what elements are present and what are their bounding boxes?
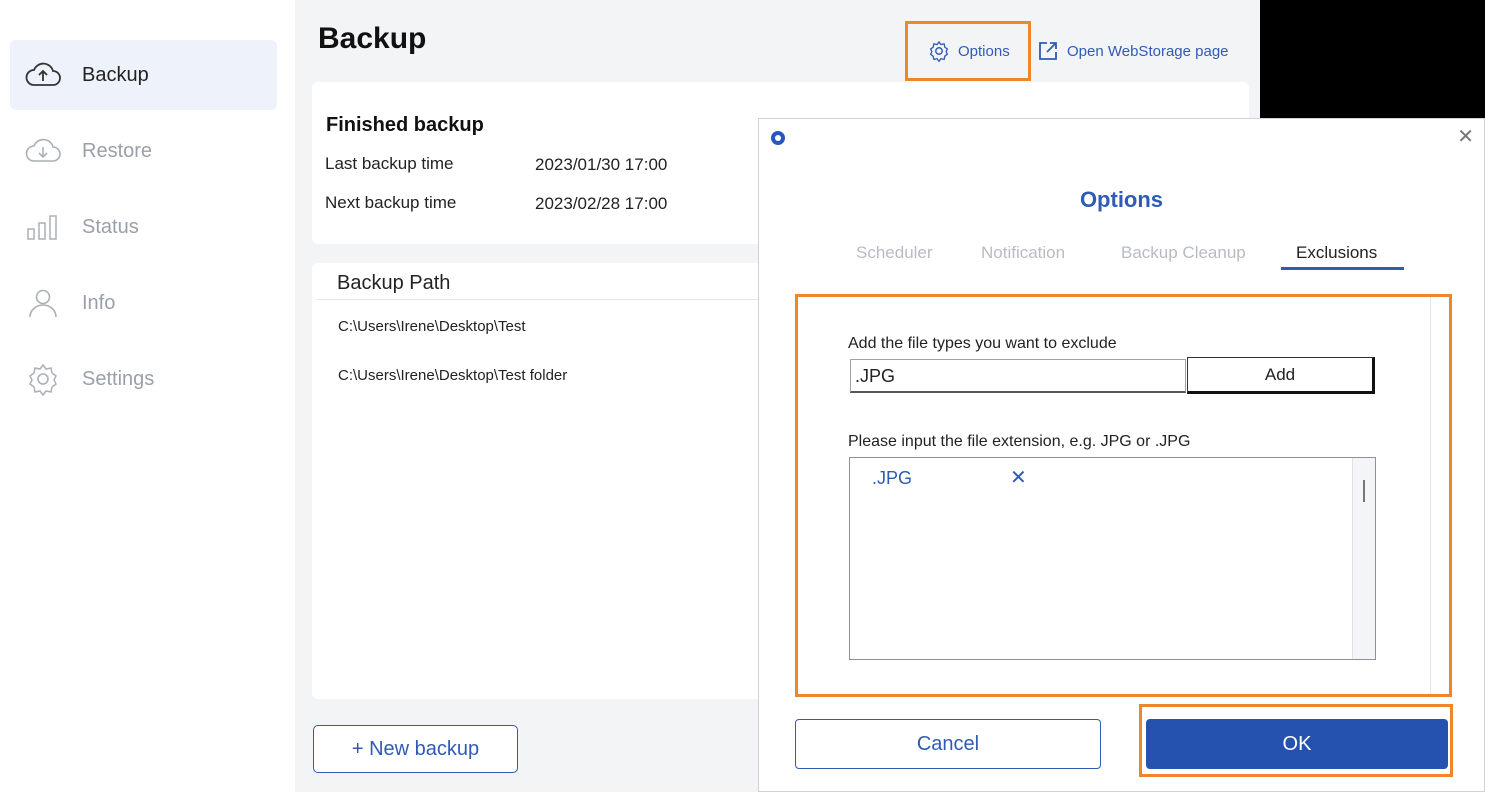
sidebar-item-label: Restore — [82, 139, 153, 162]
panel-scrollbar[interactable] — [1430, 297, 1431, 694]
gear-icon — [24, 363, 62, 396]
tab-scheduler[interactable]: Scheduler — [856, 243, 933, 263]
cloud-download-icon — [24, 136, 62, 166]
options-dialog: ✕ Options Scheduler Notification Backup … — [758, 118, 1485, 792]
background-region — [1260, 0, 1485, 118]
extension-hint: Please input the file extension, e.g. JP… — [848, 433, 1191, 450]
app-logo-icon — [771, 131, 785, 145]
tab-exclusions[interactable]: Exclusions — [1296, 243, 1377, 263]
next-backup-label: Next backup time — [325, 193, 457, 212]
list-item: C:\Users\Irene\Desktop\Test — [338, 318, 526, 335]
last-backup-value: 2023/01/30 17:00 — [535, 155, 668, 174]
sidebar-item-restore[interactable]: Restore — [10, 116, 277, 186]
dialog-titlebar: ✕ — [759, 119, 1484, 157]
ok-button[interactable]: OK — [1146, 719, 1448, 769]
status-heading: Finished backup — [326, 114, 484, 136]
ok-highlight: OK — [1139, 704, 1453, 777]
tab-notification[interactable]: Notification — [981, 243, 1065, 263]
cancel-button[interactable]: Cancel — [795, 719, 1101, 769]
options-link[interactable]: Options — [928, 40, 1010, 62]
sidebar-item-label: Settings — [82, 367, 155, 390]
extension-input[interactable]: .JPG — [850, 359, 1186, 393]
next-backup-value: 2023/02/28 17:00 — [535, 194, 668, 213]
options-link-label: Options — [958, 42, 1010, 60]
sidebar-item-backup[interactable]: Backup — [10, 40, 277, 110]
sidebar-item-settings[interactable]: Settings — [10, 344, 277, 414]
sidebar: Backup Restore Status Info Settings — [0, 0, 295, 792]
active-tab-indicator — [1281, 267, 1404, 270]
backup-path-heading: Backup Path — [337, 272, 451, 294]
exclusions-panel: Add the file types you want to exclude .… — [795, 294, 1452, 697]
tab-backup-cleanup[interactable]: Backup Cleanup — [1121, 243, 1246, 263]
external-link-icon — [1039, 42, 1057, 60]
excluded-extensions-list: .JPG ✕ — [849, 457, 1376, 660]
page-title: Backup — [318, 22, 427, 55]
gear-icon — [929, 40, 949, 62]
sidebar-item-label: Backup — [82, 63, 149, 86]
user-icon — [24, 288, 62, 318]
add-button[interactable]: Add — [1187, 357, 1375, 394]
list-item: C:\Users\Irene\Desktop\Test folder — [338, 367, 568, 384]
scrollbar-thumb[interactable] — [1363, 480, 1365, 502]
dialog-title: Options — [1079, 187, 1164, 212]
open-webstorage-label: Open WebStorage page — [1067, 42, 1229, 60]
close-icon[interactable]: ✕ — [1457, 127, 1474, 147]
last-backup-label: Last backup time — [325, 154, 454, 173]
open-webstorage-link[interactable]: Open WebStorage page — [1037, 40, 1229, 62]
sidebar-item-label: Info — [82, 291, 116, 314]
sidebar-item-label: Status — [82, 215, 139, 238]
sidebar-item-status[interactable]: Status — [10, 192, 277, 262]
add-file-types-label: Add the file types you want to exclude — [848, 335, 1117, 352]
bar-chart-icon — [24, 212, 62, 242]
remove-icon[interactable]: ✕ — [1010, 465, 1027, 490]
cloud-upload-icon — [24, 60, 62, 90]
list-item: .JPG — [872, 468, 913, 488]
new-backup-button[interactable]: + New backup — [313, 725, 518, 773]
sidebar-item-info[interactable]: Info — [10, 268, 277, 338]
